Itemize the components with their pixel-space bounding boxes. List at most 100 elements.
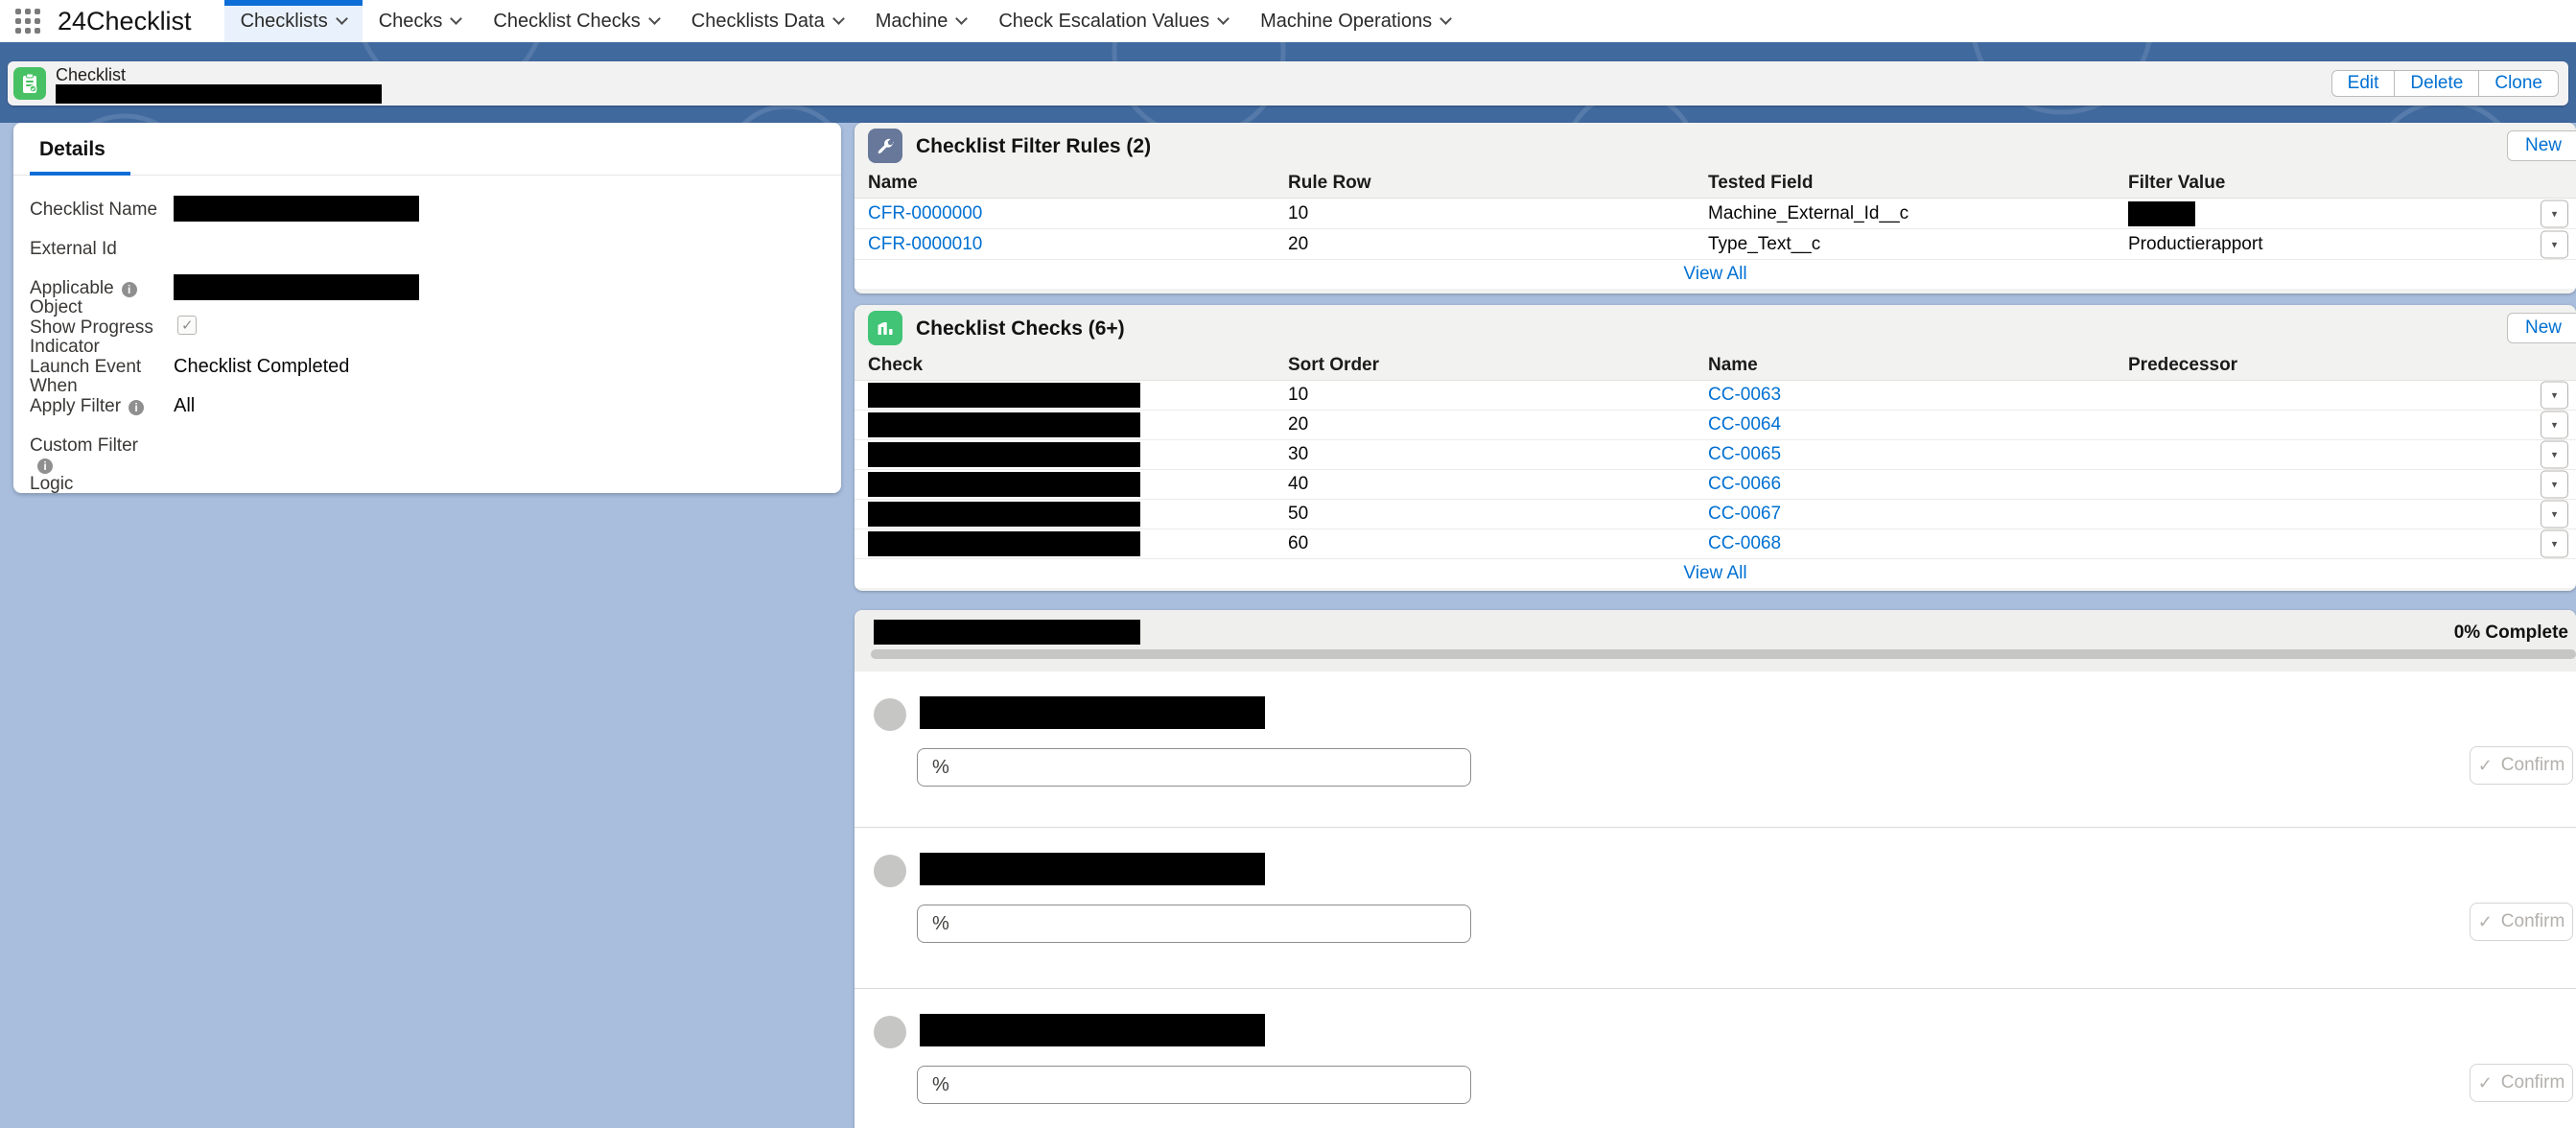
checklist-item-1: ✓Confirm — [855, 671, 2576, 827]
row-actions-dropdown-button[interactable]: ▾ — [2541, 441, 2568, 469]
record-object-label: Checklist — [56, 65, 126, 85]
item-status-circle — [874, 1016, 906, 1048]
filter-rules-column-headers: NameRule RowTested FieldFilter Value — [855, 169, 2576, 198]
nav-tab-check-escalation-values[interactable]: Check Escalation Values — [982, 0, 1244, 42]
cell-wrap — [868, 472, 1288, 497]
row-actions-dropdown-button[interactable]: ▾ — [2541, 382, 2568, 410]
confirm-button[interactable]: ✓Confirm — [2470, 1064, 2573, 1102]
item-title-redacted — [920, 696, 1265, 729]
chevron-down-icon — [832, 12, 845, 25]
show-progress-checkbox[interactable] — [177, 316, 197, 335]
row-actions-dropdown-button[interactable]: ▾ — [2541, 530, 2568, 558]
row-actions-dropdown-button[interactable]: ▾ — [2541, 200, 2568, 227]
detail-field-label: ApplicableiObject — [30, 279, 158, 317]
new-filter-rule-button[interactable]: New — [2507, 130, 2576, 161]
checklist-items: ✓Confirm ✓Confirm ✓Confirm — [855, 671, 2576, 1128]
nav-tab-machine[interactable]: Machine — [859, 0, 983, 42]
cell-text: 60 — [1288, 533, 1708, 554]
table-row: 20CC-0064 ▾ — [855, 411, 2576, 440]
record-link[interactable]: CC-0066 — [1708, 474, 2128, 495]
wrench-icon — [868, 129, 902, 163]
confirm-button[interactable]: ✓Confirm — [2470, 746, 2573, 785]
record-link[interactable]: CFR-0000010 — [868, 234, 1288, 255]
progress-title-redacted — [874, 620, 1140, 645]
navbar: 24Checklist ChecklistsChecksChecklist Ch… — [0, 0, 2576, 42]
column-header-tested-field: Tested Field — [1708, 173, 2128, 194]
confirm-button[interactable]: ✓Confirm — [2470, 903, 2573, 941]
nav-tab-label: Checklists Data — [691, 11, 825, 33]
details-card: Details Checklist Name External IdApplica… — [13, 123, 841, 493]
nav-tab-label: Check Escalation Values — [998, 11, 1209, 33]
edit-button[interactable]: Edit — [2331, 70, 2396, 97]
redacted-value — [868, 531, 1140, 556]
row-actions-dropdown-button[interactable]: ▾ — [2541, 230, 2568, 258]
detail-field-value: All — [174, 397, 195, 417]
cell-text: 30 — [1288, 444, 1708, 465]
filter-rules-view-all-link[interactable]: View All — [1683, 264, 1746, 285]
percentage-input[interactable] — [917, 748, 1471, 787]
item-title-redacted — [920, 853, 1265, 885]
percentage-input[interactable] — [917, 1066, 1471, 1104]
info-icon: i — [122, 282, 137, 297]
nav-tab-checklist-checks[interactable]: Checklist Checks — [477, 0, 674, 42]
checklist-checks-view-all-link[interactable]: View All — [1683, 563, 1746, 584]
clone-button[interactable]: Clone — [2478, 70, 2559, 97]
item-status-circle — [874, 698, 906, 731]
chevron-down-icon — [1217, 12, 1229, 25]
table-row: 50CC-0067▾ — [855, 500, 2576, 529]
detail-field-external-id: External Id — [30, 240, 841, 279]
table-row: 30CC-0065 ▾ — [855, 440, 2576, 470]
checklist-item-3: ✓Confirm — [855, 988, 2576, 1128]
delete-button[interactable]: Delete — [2394, 70, 2479, 97]
progress-complete-label: 0% Complete — [2454, 623, 2568, 644]
nav-tab-label: Checks — [379, 11, 443, 33]
detail-field-value — [174, 200, 419, 222]
progress-header: 0% Complete — [855, 610, 2576, 671]
detail-field-label-line: Applicablei — [30, 279, 158, 298]
row-actions-dropdown-button[interactable]: ▾ — [2541, 501, 2568, 529]
chevron-down-icon — [955, 12, 968, 25]
cell-text: Productierapport — [2128, 234, 2576, 255]
redacted-value — [2128, 201, 2195, 226]
detail-field-label-line: Show Progress — [30, 318, 158, 338]
record-link[interactable]: CC-0063 — [1708, 385, 2128, 406]
checklist-checks-rows: 10CC-0063▾20CC-0064▾30CC-0065▾40CC-0066▾… — [855, 380, 2576, 559]
record-link[interactable]: CC-0068 — [1708, 533, 2128, 554]
record-link[interactable]: CFR-0000000 — [868, 203, 1288, 224]
record-link[interactable]: CC-0064 — [1708, 414, 2128, 435]
record-link[interactable]: CC-0067 — [1708, 504, 2128, 525]
detail-field-label-line: Checklist Name — [30, 200, 158, 220]
detail-field-text: All — [174, 395, 195, 417]
row-actions-dropdown-button[interactable]: ▾ — [2541, 411, 2568, 439]
checklist-record-icon — [13, 67, 46, 100]
column-header-name: Name — [1708, 355, 2128, 376]
cell-wrap — [868, 412, 1288, 437]
percentage-input[interactable] — [917, 905, 1471, 943]
cell-wrap — [2128, 201, 2576, 226]
detail-field-label: Apply Filteri — [30, 397, 158, 416]
details-fields: Checklist Name External IdApplicableiObje… — [13, 176, 841, 476]
nav-tab-checklists-data[interactable]: Checklists Data — [675, 0, 859, 42]
cell-wrap — [868, 502, 1288, 527]
cell-text: 40 — [1288, 474, 1708, 495]
new-checklist-check-button[interactable]: New — [2507, 313, 2576, 343]
checklist-checks-column-headers: CheckSort OrderNamePredecessor — [855, 351, 2576, 380]
nav-tab-checks[interactable]: Checks — [363, 0, 478, 42]
tab-details[interactable]: Details — [30, 138, 130, 176]
detail-field-label: Launch EventWhen — [30, 358, 158, 396]
item-status-circle — [874, 855, 906, 887]
filter-rules-header: Checklist Filter Rules (2) New — [855, 123, 2576, 169]
filter-rules-title: Checklist Filter Rules (2) — [916, 135, 1151, 158]
progress-section: 0% Complete ✓Confirm ✓Confirm ✓Confirm — [855, 610, 2576, 1128]
row-actions-dropdown-button[interactable]: ▾ — [2541, 471, 2568, 499]
app-launcher-waffle-icon[interactable] — [15, 9, 40, 34]
column-header-rule-row: Rule Row — [1288, 173, 1708, 194]
nav-tab-checklists[interactable]: Checklists — [224, 0, 363, 42]
cell-text: 20 — [1288, 414, 1708, 435]
checklist-checks-icon — [868, 311, 902, 345]
chevron-down-icon — [1440, 12, 1452, 25]
nav-tab-machine-operations[interactable]: Machine Operations — [1244, 0, 1466, 42]
detail-field-value — [174, 279, 419, 300]
item-title-redacted — [920, 1014, 1265, 1046]
record-link[interactable]: CC-0065 — [1708, 444, 2128, 465]
